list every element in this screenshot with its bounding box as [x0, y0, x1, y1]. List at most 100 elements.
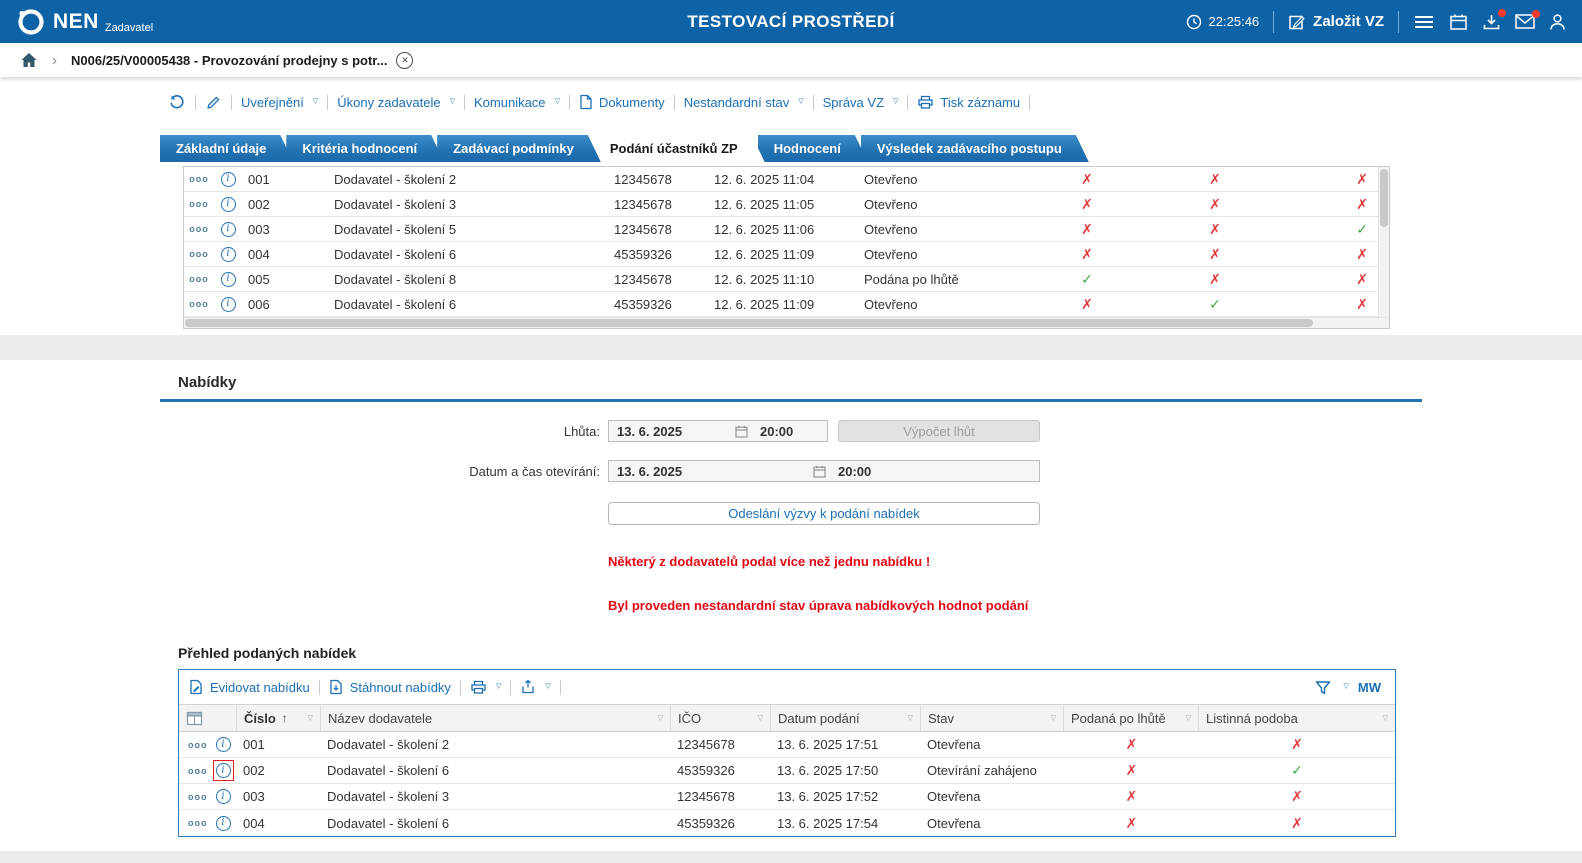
info-icon: i: [220, 271, 236, 287]
header-datum-podani[interactable]: Datum podání ▽: [771, 705, 921, 731]
calendar-button[interactable]: [1449, 13, 1468, 31]
offer-status: Otevřena: [927, 815, 981, 831]
menu-komunikace[interactable]: Komunikace ▽: [474, 95, 560, 110]
overflow-icon: ooo: [189, 249, 209, 259]
offer-supplier: Dodavatel - školení 3: [327, 789, 450, 804]
filter-dropdown-icon[interactable]: ▽: [758, 714, 763, 722]
tab-podani-ucastniku-zp[interactable]: Podání účastníků ZP: [594, 135, 765, 162]
divider: [464, 94, 465, 110]
offer-ico: 45359326: [677, 815, 735, 831]
header-nazev-dodavatele[interactable]: Název dodavatele ▽: [321, 705, 671, 731]
row-menu-button[interactable]: ooo: [188, 792, 208, 802]
scrollbar-thumb[interactable]: [185, 319, 1313, 327]
edit-button[interactable]: [205, 94, 222, 111]
send-call-for-offers-button[interactable]: Odeslání výzvy k podání nabídek: [608, 502, 1040, 525]
row-menu-button[interactable]: ooo: [184, 292, 214, 316]
opening-time-value[interactable]: 20:00: [826, 464, 871, 479]
menu-sprava-vz[interactable]: Správa VZ ▽: [823, 95, 899, 110]
row-info-button[interactable]: i: [214, 242, 242, 266]
menu-nestandardni-stav[interactable]: Nestandardní stav ▽: [684, 95, 804, 110]
row-menu-button[interactable]: ooo: [184, 192, 214, 216]
row-menu-button[interactable]: ooo: [184, 242, 214, 266]
breadcrumb-item[interactable]: N006/25/V00005438 - Provozování prodejny…: [71, 53, 387, 68]
menu-dokumenty[interactable]: Dokumenty: [579, 94, 665, 110]
row-info-button[interactable]: i: [215, 737, 231, 752]
row-menu-button[interactable]: ooo: [188, 818, 208, 828]
filter-dropdown-icon[interactable]: ▽: [308, 714, 313, 722]
vertical-scrollbar[interactable]: [1378, 167, 1389, 317]
print-button[interactable]: ▽: [470, 679, 501, 695]
filter-dropdown-icon[interactable]: ▽: [1186, 714, 1191, 722]
download-offers-button[interactable]: Stáhnout nabídky: [329, 679, 451, 695]
header-podana-po-lhute[interactable]: Podaná po lhůtě ▽: [1064, 705, 1199, 731]
home-button[interactable]: [16, 50, 42, 70]
user-button[interactable]: [1549, 13, 1566, 31]
row-info-button[interactable]: i: [214, 267, 242, 291]
nen-logo[interactable]: NEN Zadavatel: [16, 7, 153, 37]
opening-date-value[interactable]: 13. 6. 2025: [609, 464, 813, 479]
view-dropdown-icon[interactable]: ▽: [1344, 682, 1349, 690]
participant-row: ooo i 002 Dodavatel - školení 3 12345678…: [184, 192, 1378, 217]
tab-hodnoceni[interactable]: Hodnocení: [758, 135, 868, 162]
tab-vysledek-zadavaciho-postupu[interactable]: Výsledek zadávacího postupu: [861, 135, 1089, 162]
deadline-time-value[interactable]: 20:00: [748, 424, 793, 439]
close-record-button[interactable]: ✕: [396, 51, 414, 69]
tab-zadavaci-podminky[interactable]: Zadávací podmínky: [437, 135, 601, 162]
export-button[interactable]: ▽: [520, 679, 551, 695]
status-mark: ✗: [1356, 170, 1368, 187]
downloads-button[interactable]: [1482, 8, 1506, 31]
tab-zakladni-udaje[interactable]: Základní údaje: [160, 135, 293, 162]
header-ico[interactable]: IČO ▽: [671, 705, 771, 731]
row-info-button[interactable]: i: [215, 789, 231, 804]
filter-dropdown-icon[interactable]: ▽: [658, 714, 663, 722]
participant-ico: 12345678: [614, 271, 672, 287]
filter-dropdown-icon[interactable]: ▽: [1383, 714, 1388, 722]
row-info-button[interactable]: i: [212, 760, 234, 781]
history-button[interactable]: [168, 93, 186, 111]
horizontal-scrollbar[interactable]: [184, 317, 1389, 328]
row-menu-button[interactable]: ooo: [184, 217, 214, 241]
menu-uverejneni[interactable]: Uveřejnění ▽: [241, 95, 318, 110]
info-icon: i: [220, 296, 236, 312]
row-info-button[interactable]: i: [214, 292, 242, 316]
row-menu-button[interactable]: ooo: [184, 267, 214, 291]
divider: [318, 679, 320, 695]
filter-button[interactable]: [1314, 679, 1332, 696]
view-selector[interactable]: MW: [1358, 680, 1381, 695]
calendar-icon[interactable]: [813, 465, 826, 478]
info-icon: i: [215, 763, 231, 778]
menu-ukony-zadavatele[interactable]: Úkony zadavatele ▽: [337, 95, 455, 110]
menu-button[interactable]: [1413, 14, 1435, 30]
tab-kriteria-hodnoceni[interactable]: Kritéria hodnocení: [286, 135, 444, 162]
menu-tisk-zaznamu[interactable]: Tisk záznamu: [917, 94, 1020, 110]
register-offer-button[interactable]: Evidovat nabídku: [189, 679, 310, 695]
row-info-button[interactable]: i: [214, 167, 242, 191]
create-vz-button[interactable]: Založit VZ: [1288, 13, 1384, 31]
filter-dropdown-icon[interactable]: ▽: [908, 714, 913, 722]
header-cislo[interactable]: Číslo ↑ ▽: [237, 705, 321, 731]
calendar-icon[interactable]: [735, 425, 748, 438]
notification-badge: [1532, 10, 1540, 18]
late-mark: ✗: [1125, 814, 1138, 831]
row-menu-button[interactable]: ooo: [188, 766, 208, 776]
row-info-button[interactable]: i: [214, 217, 242, 241]
time-value: 22:25:46: [1208, 14, 1260, 29]
offer-ico: 12345678: [677, 737, 735, 752]
participant-date: 12. 6. 2025 11:10: [714, 271, 815, 287]
row-menu-button[interactable]: ooo: [184, 167, 214, 191]
row-menu-button[interactable]: ooo: [188, 740, 208, 750]
header-listinna-podoba[interactable]: Listinná podoba ▽: [1199, 705, 1395, 731]
calc-deadlines-button[interactable]: Výpočet lhůt: [838, 420, 1040, 442]
filter-dropdown-icon[interactable]: ▽: [1051, 714, 1056, 722]
column-settings-button[interactable]: [179, 705, 237, 731]
deadline-date-value[interactable]: 13. 6. 2025: [609, 424, 735, 439]
participant-number: 005: [248, 271, 270, 287]
messages-button[interactable]: [1515, 10, 1540, 29]
nen-logo-icon: [18, 8, 44, 35]
deadline-field[interactable]: 13. 6. 2025 20:00: [608, 420, 828, 442]
header-stav[interactable]: Stav ▽: [921, 705, 1064, 731]
row-info-button[interactable]: i: [214, 192, 242, 216]
opening-field[interactable]: 13. 6. 2025 20:00: [608, 460, 1040, 482]
row-info-button[interactable]: i: [215, 815, 231, 831]
scrollbar-thumb[interactable]: [1380, 169, 1388, 227]
